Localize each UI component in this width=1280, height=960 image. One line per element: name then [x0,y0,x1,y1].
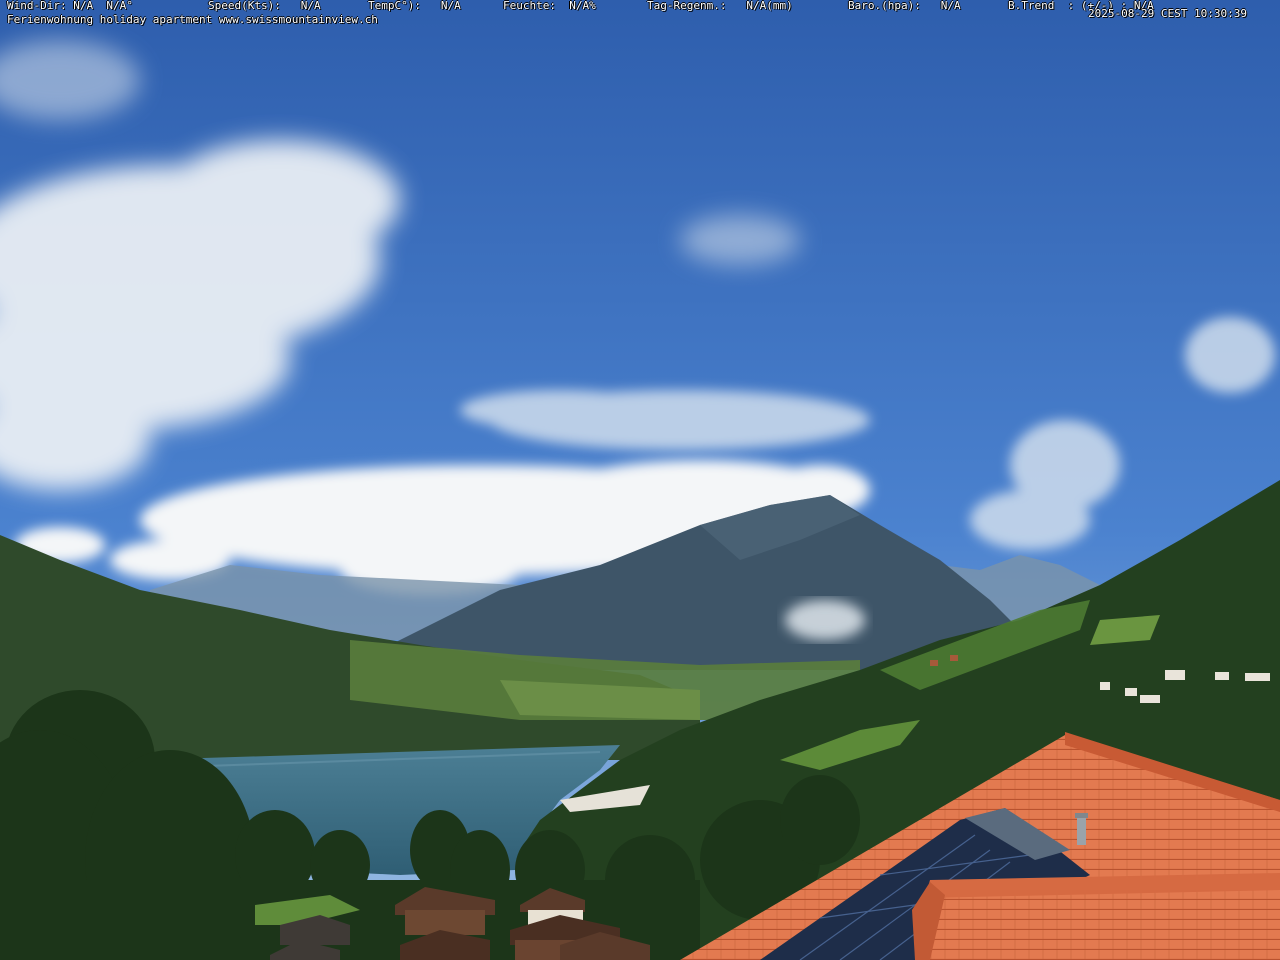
wind-speed-readout: Speed(Kts): N/A [208,0,321,12]
timestamp: 2025-08-29 CEST 10:30:39 [1088,7,1247,20]
vent-pipe [1077,815,1086,845]
temperature-readout: TempC°): N/A [368,0,461,12]
barometer-readout: Baro.(hpa): N/A [848,0,961,12]
rain-readout: Tag-Regenm.: N/A(mm) [647,0,793,12]
humidity-readout: Feuchte: N/A% [503,0,596,12]
caption-text: Ferienwohnung holiday apartment www.swis… [7,13,378,26]
wind-direction-readout: Wind-Dir: N/A N/A° [7,0,133,12]
weather-info-bar: Wind-Dir: N/A N/A° Speed(Kts): N/A TempC… [0,0,1280,19]
webcam-scene [0,0,1280,960]
